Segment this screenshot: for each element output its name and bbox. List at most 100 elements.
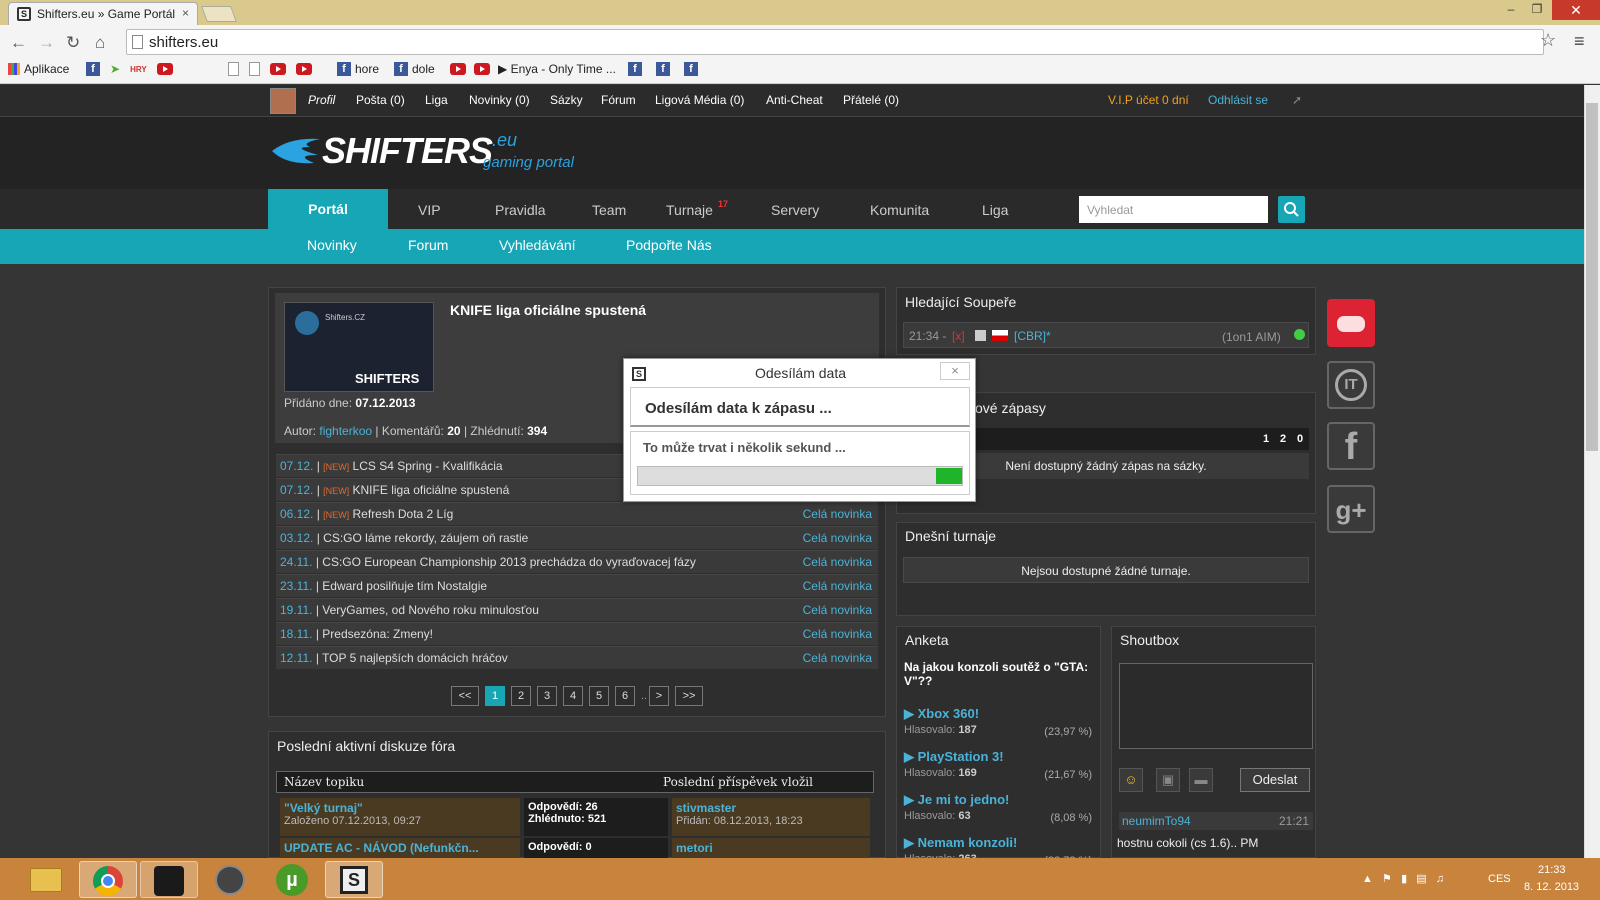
news-title[interactable]: VeryGames, od Nového roku minulosťou — [322, 603, 539, 617]
poll-option-name[interactable]: Xbox 360! — [918, 706, 979, 721]
forum-topic[interactable]: "Velký turnaj" — [284, 801, 516, 815]
language-indicator[interactable]: CES — [1488, 873, 1511, 885]
news-title[interactable]: Predsezóna: Zmeny! — [322, 627, 433, 641]
forum-last-user[interactable]: metori — [676, 841, 866, 855]
apps-bookmark[interactable]: Aplikace — [8, 62, 69, 76]
address-bar[interactable]: shifters.eu — [126, 29, 1544, 55]
chrome-taskbar-icon[interactable] — [79, 861, 137, 898]
search-button[interactable] — [1278, 196, 1305, 223]
vip-status[interactable]: V.I.P účet 0 dní — [1108, 93, 1189, 107]
file-explorer-icon[interactable] — [18, 861, 76, 898]
forum-topic[interactable]: UPDATE AC - NÁVOD (Nefunkčn... — [284, 841, 516, 855]
poll-option[interactable]: ▶ Xbox 360! Hlasovalo: 187 (23,97 %) — [904, 706, 1096, 746]
poll-option-name[interactable]: PlayStation 3! — [918, 749, 1004, 764]
subnav-vyhledavani[interactable]: Vyhledávání — [499, 237, 576, 253]
news-item[interactable]: 24.11. | CS:GO European Championship 201… — [276, 550, 878, 573]
pagination-button[interactable]: << — [451, 686, 479, 706]
news-more-link[interactable]: Celá novinka — [803, 603, 872, 617]
subnav-novinky[interactable]: Novinky — [307, 237, 357, 253]
browser-tab[interactable]: S Shifters.eu » Game Portál × — [8, 2, 198, 26]
facebook-bookmark-icon[interactable]: f — [86, 62, 100, 76]
nav-pravidla[interactable]: Pravidla — [495, 202, 546, 218]
poll-option[interactable]: ▶ Je mi to jedno! Hlasovalo: 63 (8,08 %) — [904, 792, 1096, 832]
scrollbar-thumb[interactable] — [1586, 103, 1598, 451]
poll-option-name[interactable]: Je mi to jedno! — [918, 792, 1010, 807]
it-icon[interactable]: IT — [1327, 361, 1375, 409]
avatar[interactable] — [270, 88, 296, 114]
pagination-button[interactable]: 5 — [589, 686, 609, 706]
enya-bookmark[interactable]: ▶ Enya - Only Time ... — [450, 62, 616, 76]
topbar-item-liga[interactable]: Liga — [425, 93, 448, 107]
topbar-item-novinky[interactable]: Novinky (0) — [469, 93, 530, 107]
topbar-item-pratele[interactable]: Přátelé (0) — [843, 93, 899, 107]
home-icon[interactable]: ⌂ — [95, 33, 105, 53]
news-more-link[interactable]: Celá novinka — [803, 579, 872, 593]
news-item[interactable]: 12.11. | TOP 5 najlepších domácich hráčo… — [276, 646, 878, 669]
hore-bookmark[interactable]: f hore — [337, 62, 379, 76]
bookmark-star-icon[interactable]: ☆ — [1540, 30, 1556, 51]
format-icon[interactable]: ▬ — [1189, 768, 1213, 792]
app-icon[interactable] — [202, 861, 260, 898]
news-more-link[interactable]: Celá novinka — [803, 555, 872, 569]
nav-portal[interactable]: Portál — [268, 189, 388, 229]
poll-option-name[interactable]: Nemam konzoli! — [918, 835, 1018, 850]
news-title[interactable]: CS:GO European Championship 2013 prechád… — [322, 555, 696, 569]
pagination-button[interactable]: 1 — [485, 686, 505, 706]
leaf-bookmark-icon[interactable]: ➤ — [110, 62, 120, 76]
forum-row[interactable]: "Velký turnaj" Založeno 07.12.2013, 09:27… — [280, 798, 870, 836]
topbar-item-posta[interactable]: Pošta (0) — [356, 93, 405, 107]
minimize-button[interactable]: – — [1498, 2, 1524, 20]
topbar-item-anti-cheat[interactable]: Anti-Cheat — [766, 93, 823, 107]
news-more-link[interactable]: Celá novinka — [803, 531, 872, 545]
smiley-icon[interactable]: ☺ — [1119, 768, 1143, 792]
news-title[interactable]: Edward posilňuje tím Nostalgie — [322, 579, 487, 593]
google-plus-icon[interactable]: g+ — [1327, 485, 1375, 533]
poll-option[interactable]: ▶ PlayStation 3! Hlasovalo: 169 (21,67 %) — [904, 749, 1096, 789]
steam-icon[interactable] — [140, 861, 198, 898]
facebook-icon[interactable]: f — [1327, 422, 1375, 470]
tab-close-icon[interactable]: × — [182, 6, 189, 20]
topbar-item-forum[interactable]: Fórum — [601, 93, 636, 107]
shifters-anticheat-icon[interactable]: S — [325, 861, 383, 898]
hry-bookmark-icon[interactable]: HRY — [130, 65, 147, 74]
reload-icon[interactable]: ↻ — [66, 33, 80, 53]
featured-title[interactable]: KNIFE liga oficiálne spustená — [450, 302, 646, 318]
pagination-button[interactable]: > — [649, 686, 669, 706]
opponent-entry[interactable]: 21:34 - [x] [CBR]* (1on1 AIM) — [903, 322, 1309, 348]
news-item[interactable]: 18.11. | Predsezóna: Zmeny! Celá novinka — [276, 622, 878, 645]
page-bookmark-icon[interactable] — [249, 62, 260, 76]
forward-icon[interactable]: → — [38, 33, 55, 53]
back-icon[interactable]: ← — [10, 33, 27, 53]
news-item[interactable]: 03.12. | CS:GO láme rekordy, záujem oň r… — [276, 526, 878, 549]
news-title[interactable]: Refresh Dota 2 Líg — [353, 507, 454, 521]
news-more-link[interactable]: Celá novinka — [803, 651, 872, 665]
subnav-podporte-nas[interactable]: Podpořte Nás — [626, 237, 712, 253]
dole-bookmark[interactable]: f dole — [394, 62, 435, 76]
news-item[interactable]: 23.11. | Edward posilňuje tím Nostalgie C… — [276, 574, 878, 597]
shoutbox-send-button[interactable]: Odeslat — [1240, 768, 1310, 792]
news-title[interactable]: KNIFE liga oficiálne spustená — [353, 483, 510, 497]
window-close-button[interactable]: ✕ — [1552, 0, 1600, 20]
news-title[interactable]: CS:GO láme rekordy, záujem oň rastie — [323, 531, 528, 545]
youtube-bookmark-icon[interactable] — [270, 63, 286, 75]
shout-user[interactable]: neumimTo94 — [1122, 814, 1191, 828]
clock-time[interactable]: 21:33 — [1538, 864, 1566, 876]
shoutbox-textarea[interactable] — [1119, 663, 1313, 749]
tray-icons[interactable]: ▲ ⚑ ▮ ▤ ♫ — [1362, 872, 1444, 885]
image-icon[interactable]: ▣ — [1156, 768, 1180, 792]
pagination-button[interactable]: 2 — [511, 686, 531, 706]
logout-link[interactable]: Odhlásit se — [1208, 93, 1268, 107]
pagination-button[interactable]: 6 — [615, 686, 635, 706]
nav-liga[interactable]: Liga — [982, 202, 1008, 218]
gamepad-icon[interactable] — [1327, 299, 1375, 347]
pagination-button[interactable]: 4 — [563, 686, 583, 706]
news-more-link[interactable]: Celá novinka — [803, 627, 872, 641]
news-item[interactable]: 06.12. | [NEW] Refresh Dota 2 Líg Celá no… — [276, 502, 878, 525]
clock-date[interactable]: 8. 12. 2013 — [1524, 881, 1579, 893]
site-logo[interactable]: SHIFTERS .eu gaming portal — [270, 130, 608, 171]
nav-vip[interactable]: VIP — [418, 202, 441, 218]
facebook-bookmark-icon[interactable]: f — [628, 62, 642, 76]
chrome-menu-icon[interactable]: ≡ — [1574, 31, 1585, 52]
news-title[interactable]: TOP 5 najlepších domácich hráčov — [322, 651, 508, 665]
utorrent-icon[interactable]: µ — [264, 861, 322, 898]
